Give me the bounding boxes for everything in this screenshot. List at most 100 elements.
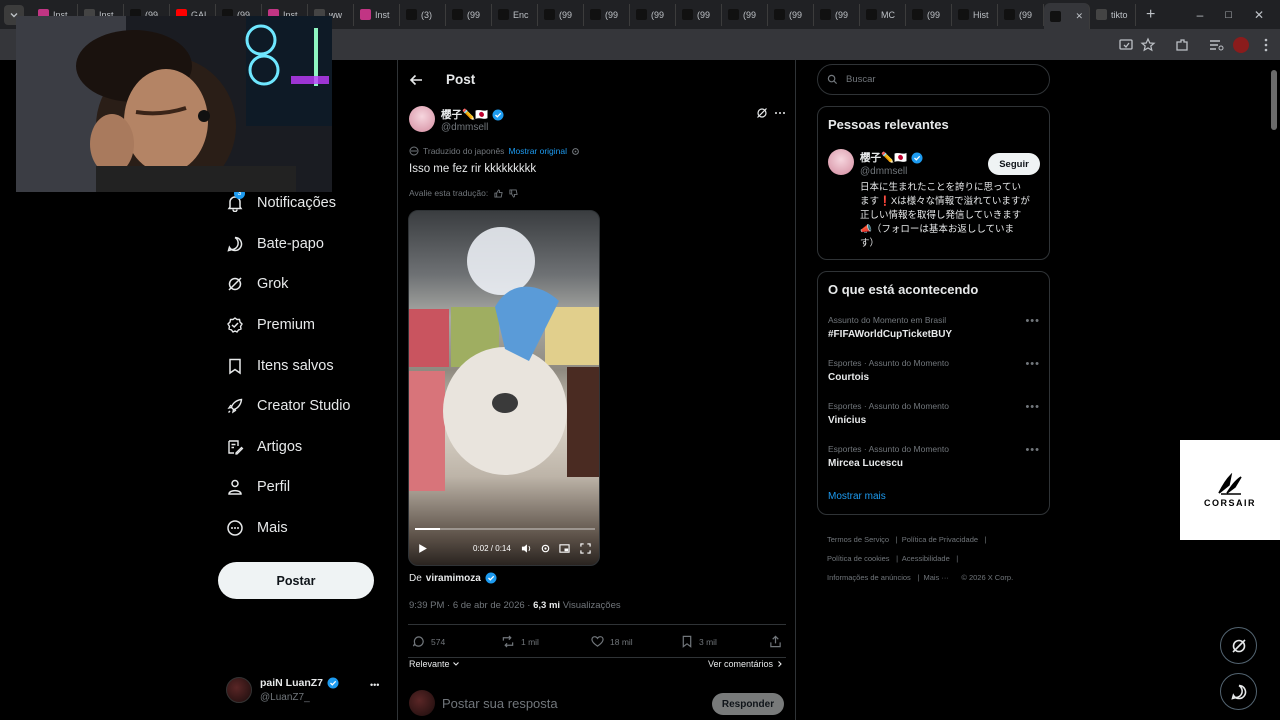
trend-item[interactable]: Esportes · Assunto do Momento Vinícius •… <box>828 401 1042 426</box>
footer-accessibility-link[interactable]: Acessibilidade <box>902 554 950 563</box>
post-timestamp[interactable]: 9:39 PM · 6 de abr de 2026 · <box>409 600 530 611</box>
account-more-icon[interactable]: ••• <box>370 680 379 690</box>
cast-icon[interactable] <box>1118 37 1134 53</box>
sidebar-item-creator-studio[interactable]: Creator Studio <box>226 394 351 418</box>
person-avatar[interactable] <box>828 149 854 175</box>
browser-tab[interactable]: (99 <box>584 3 630 26</box>
source-user-link[interactable]: viramimoza <box>426 573 481 584</box>
volume-icon[interactable] <box>521 543 532 554</box>
thumbs-up-icon[interactable] <box>494 188 503 198</box>
repost-action[interactable]: 1 mil <box>501 635 539 648</box>
browser-tab[interactable]: Enc <box>492 3 538 26</box>
reply-input[interactable]: Postar sua resposta <box>442 696 558 711</box>
tab-title: Hist <box>973 9 989 20</box>
thumbs-down-icon[interactable] <box>509 188 518 198</box>
tab-title: (3) <box>421 9 432 20</box>
browser-tab[interactable]: (99 <box>906 3 952 26</box>
sidebar-item-more[interactable]: Mais <box>226 516 288 540</box>
trend-item[interactable]: Esportes · Assunto do Momento Mircea Luc… <box>828 444 1042 469</box>
browser-tab[interactable]: Hist <box>952 3 998 26</box>
footer-terms-link[interactable]: Termos de Serviço <box>827 535 889 544</box>
kebab-menu-icon[interactable] <box>1258 37 1274 53</box>
sidebar-item-articles[interactable]: Artigos <box>226 435 302 459</box>
see-comments-link[interactable]: Ver comentários <box>708 659 784 669</box>
grok-floating-button[interactable] <box>1220 627 1257 664</box>
browser-tab[interactable]: ✕ <box>1044 3 1090 29</box>
like-action[interactable]: 18 mil <box>591 635 633 648</box>
gear-icon[interactable] <box>571 147 580 156</box>
play-icon[interactable] <box>417 543 428 554</box>
tiktok-icon <box>774 9 785 20</box>
share-icon[interactable] <box>769 635 782 648</box>
browser-tab[interactable]: (99 <box>446 3 492 26</box>
trend-item[interactable]: Assunto do Momento em Brasil #FIFAWorldC… <box>828 315 1042 340</box>
media-icon[interactable] <box>1208 37 1224 53</box>
scrollbar-thumb[interactable] <box>1271 70 1277 130</box>
footer-ads-link[interactable]: Informações de anúncios <box>827 573 911 582</box>
account-switcher[interactable]: paiN LuanZ7 @LuanZ7_ ••• <box>226 672 386 708</box>
browser-tab[interactable]: (99 <box>814 3 860 26</box>
browser-tab[interactable]: (99 <box>676 3 722 26</box>
settings-gear-icon[interactable] <box>540 543 551 554</box>
grok-icon[interactable] <box>756 107 768 119</box>
search-input[interactable]: Buscar <box>817 64 1050 95</box>
person-name-row[interactable]: 櫻子✏️🇯🇵 <box>860 150 923 165</box>
sidebar-item-profile[interactable]: Perfil <box>226 475 290 499</box>
author-name-row[interactable]: 櫻子✏️🇯🇵 <box>441 107 504 122</box>
trend-more-icon[interactable]: ••• <box>1025 315 1040 327</box>
browser-tab[interactable]: MC <box>860 3 906 26</box>
sidebar-item-notifications[interactable]: 3 Notificações <box>226 188 336 215</box>
more-horizontal-icon[interactable] <box>774 107 786 119</box>
follow-button[interactable]: Seguir <box>988 153 1040 175</box>
browser-tab[interactable]: (99 <box>538 3 584 26</box>
trend-more-icon[interactable]: ••• <box>1025 401 1040 413</box>
browser-tab[interactable]: (3) <box>400 3 446 26</box>
fullscreen-icon[interactable] <box>580 543 591 554</box>
close-window-button[interactable]: ✕ <box>1254 8 1264 22</box>
video-progress-track[interactable] <box>415 528 595 530</box>
profile-avatar[interactable] <box>1233 37 1249 53</box>
bookmark-action[interactable]: 3 mil <box>681 635 717 648</box>
sidebar-item-chat[interactable]: Bate-papo <box>226 232 324 256</box>
sidebar-item-grok[interactable]: Grok <box>226 272 288 296</box>
trend-more-icon[interactable]: ••• <box>1025 444 1040 456</box>
minimize-button[interactable]: – <box>1197 8 1204 22</box>
tab-title: tikto <box>1111 9 1128 20</box>
show-more-link[interactable]: Mostrar mais <box>828 491 886 502</box>
trend-item[interactable]: Esportes · Assunto do Momento Courtois •… <box>828 358 1042 383</box>
browser-tab[interactable]: tikto <box>1090 3 1136 26</box>
sidebar-item-label: Artigos <box>257 439 303 455</box>
sidebar-item-premium[interactable]: Premium <box>226 313 315 337</box>
post-button[interactable]: Postar <box>218 562 374 599</box>
new-tab-button[interactable]: + <box>1146 6 1155 24</box>
bookmark-count: 3 mil <box>699 636 717 647</box>
sort-dropdown[interactable]: Relevante <box>409 659 460 669</box>
sponsor-logo: CORSAIR <box>1180 440 1280 540</box>
picture-in-picture-icon[interactable] <box>559 543 570 554</box>
maximize-button[interactable]: □ <box>1225 9 1232 21</box>
video-player[interactable]: 0:02 / 0:14 <box>408 210 600 566</box>
footer-cookies-link[interactable]: Política de cookies <box>827 554 890 563</box>
extensions-icon[interactable] <box>1174 37 1190 53</box>
footer-privacy-link[interactable]: Política de Privacidade <box>902 535 978 544</box>
sidebar-item-bookmarks[interactable]: Itens salvos <box>226 354 334 378</box>
reply-button[interactable]: Responder <box>712 693 784 715</box>
trend-more-icon[interactable]: ••• <box>1025 358 1040 370</box>
browser-tab[interactable]: (99 <box>998 3 1044 26</box>
star-icon[interactable] <box>1140 37 1156 53</box>
page-scrollbar[interactable] <box>1270 62 1278 720</box>
browser-tab[interactable]: (99 <box>630 3 676 26</box>
browser-tab[interactable]: (99 <box>722 3 768 26</box>
messages-floating-button[interactable] <box>1220 673 1257 710</box>
sidebar-item-label: Bate-papo <box>257 236 324 252</box>
back-arrow-icon[interactable] <box>409 73 423 87</box>
show-original-link[interactable]: Mostrar original <box>508 146 567 156</box>
browser-tab[interactable]: (99 <box>768 3 814 26</box>
footer-links: Termos de Serviço | Política de Privacid… <box>827 529 1047 586</box>
browser-tab[interactable]: Inst <box>354 3 400 26</box>
from-label: De <box>409 572 422 584</box>
footer-more-link[interactable]: Mais ··· <box>923 573 948 582</box>
reply-action[interactable]: 574 <box>412 635 445 648</box>
author-avatar[interactable] <box>409 106 435 132</box>
close-tab-icon[interactable]: ✕ <box>1075 11 1083 22</box>
